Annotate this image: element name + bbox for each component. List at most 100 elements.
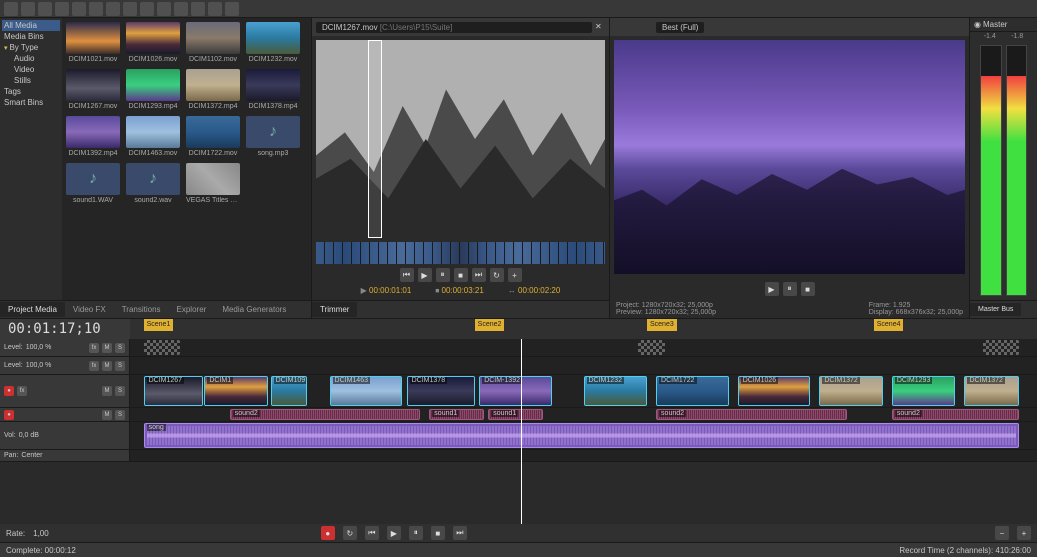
video-clip[interactable]: DCIM1378 <box>407 376 475 406</box>
copy-button[interactable] <box>106 2 120 16</box>
tab-transitions[interactable]: Transitions <box>114 302 169 317</box>
tree-item-smart-bins[interactable]: Smart Bins <box>2 97 60 108</box>
media-item[interactable]: VEGAS Titles & Text abstract <box>186 163 240 204</box>
preview-viewport[interactable] <box>614 40 965 274</box>
loop-button[interactable]: ↻ <box>490 268 504 282</box>
media-item[interactable]: DCIM1232.mov <box>246 22 300 63</box>
meter-left[interactable] <box>980 45 1002 296</box>
tl-play-button[interactable]: ▶ <box>387 526 401 540</box>
tab-trimmer[interactable]: Trimmer <box>312 302 357 317</box>
tree-item-all-media[interactable]: All Media <box>2 20 60 31</box>
undo-button[interactable] <box>140 2 154 16</box>
playback-rate[interactable]: 1,00 <box>33 529 49 538</box>
overlay-clip[interactable] <box>144 340 180 355</box>
render-button[interactable] <box>55 2 69 16</box>
properties-button[interactable] <box>72 2 86 16</box>
track-solo-button[interactable]: S <box>115 386 125 396</box>
media-item[interactable]: DCIM1378.mp4 <box>246 69 300 110</box>
track-solo-button[interactable]: S <box>115 343 125 353</box>
trimmer-filmstrip[interactable] <box>316 242 605 264</box>
media-item[interactable]: DCIM1463.mov <box>126 116 180 157</box>
media-item[interactable]: DCIM1026.mov <box>126 22 180 63</box>
audio-clip[interactable]: sound1 <box>429 409 483 420</box>
media-item[interactable]: DCIM1372.mp4 <box>186 69 240 110</box>
playhead[interactable] <box>521 339 522 524</box>
video-clip[interactable]: DCIM1267 <box>144 376 203 406</box>
video-clip[interactable]: DCIM1372 <box>964 376 1018 406</box>
tl-record-button[interactable]: ● <box>321 526 335 540</box>
redo-button[interactable] <box>157 2 171 16</box>
timeline-marker[interactable]: Scene3 <box>647 319 677 331</box>
tree-item-by-type[interactable]: By Type <box>2 42 60 53</box>
record-arm-button[interactable]: ● <box>4 386 14 396</box>
video-clip[interactable]: DCIM1232 <box>584 376 647 406</box>
pause-button[interactable]: ⏸ <box>436 268 450 282</box>
tree-item-video[interactable]: Video <box>2 64 60 75</box>
tree-item-audio[interactable]: Audio <box>2 53 60 64</box>
trimmer-viewport[interactable] <box>316 40 605 238</box>
video-clip[interactable]: DCIM1293 <box>892 376 955 406</box>
media-item[interactable]: DCIM1102.mov <box>186 22 240 63</box>
timeline-ruler[interactable]: Scene1 Scene2 Scene3 Scene4 <box>130 319 1037 339</box>
help-button[interactable] <box>225 2 239 16</box>
preview-pause-button[interactable]: ⏸ <box>783 282 797 296</box>
track-mute-button[interactable]: M <box>102 361 112 371</box>
tab-media-generators[interactable]: Media Generators <box>214 302 294 317</box>
timeline-marker[interactable]: Scene1 <box>144 319 174 331</box>
audio-clip[interactable]: sound1 <box>488 409 542 420</box>
tl-loop-button[interactable]: ↻ <box>343 526 357 540</box>
tl-pause-button[interactable]: ⏸ <box>409 526 423 540</box>
overlay-clip[interactable] <box>638 340 665 355</box>
audio-clip[interactable]: sound2 <box>230 409 420 420</box>
play-button[interactable]: ▶ <box>418 268 432 282</box>
zoom-in-button[interactable]: + <box>1017 526 1031 540</box>
tab-project-media[interactable]: Project Media <box>0 302 65 317</box>
trimmer-file-name[interactable]: DCIM1267.mov [C:\Users\P15\Suite] <box>316 22 592 33</box>
preview-settings-icon[interactable] <box>614 22 624 32</box>
overlay-clip[interactable] <box>983 340 1019 355</box>
new-project-button[interactable] <box>4 2 18 16</box>
tab-explorer[interactable]: Explorer <box>169 302 215 317</box>
track-fx-button[interactable]: fx <box>89 361 99 371</box>
go-start-button[interactable]: ⏮ <box>400 268 414 282</box>
track-fx-button[interactable]: fx <box>17 386 27 396</box>
preview-fx-icon[interactable] <box>628 22 638 32</box>
tl-play-start-button[interactable]: ⏮ <box>365 526 379 540</box>
video-clip[interactable]: DCIM109 <box>271 376 307 406</box>
audio-clip[interactable]: sound2 <box>656 409 846 420</box>
preview-quality-dropdown[interactable]: Best (Full) <box>656 22 704 33</box>
tree-item-tags[interactable]: Tags <box>2 86 60 97</box>
cut-button[interactable] <box>89 2 103 16</box>
audio-clip[interactable]: sound2 <box>892 409 1019 420</box>
timeline-marker[interactable]: Scene2 <box>475 319 505 331</box>
tree-item-media-bins[interactable]: Media Bins <box>2 31 60 42</box>
preview-stop-button[interactable]: ■ <box>801 282 815 296</box>
track-solo-button[interactable]: S <box>115 361 125 371</box>
media-item[interactable]: DCIM1293.mp4 <box>126 69 180 110</box>
track-solo-button[interactable]: S <box>115 410 125 420</box>
stop-button[interactable]: ■ <box>454 268 468 282</box>
trimmer-selection[interactable] <box>368 40 382 238</box>
tab-master-bus[interactable]: Master Bus <box>970 303 1021 316</box>
snap-button[interactable] <box>174 2 188 16</box>
tree-item-stills[interactable]: Stills <box>2 75 60 86</box>
tab-video-fx[interactable]: Video FX <box>65 302 114 317</box>
video-clip[interactable]: DCIM1372 <box>819 376 882 406</box>
add-media-button[interactable]: + <box>508 268 522 282</box>
timeline-marker[interactable]: Scene4 <box>874 319 904 331</box>
record-arm-button[interactable]: ● <box>4 410 14 420</box>
media-item[interactable]: ♪sound2.wav <box>126 163 180 204</box>
trimmer-close-icon[interactable]: ✕ <box>595 22 605 32</box>
media-item[interactable]: DCIM1392.mp4 <box>66 116 120 157</box>
track-mute-button[interactable]: M <box>102 386 112 396</box>
track-mute-button[interactable]: M <box>102 410 112 420</box>
tl-play-end-button[interactable]: ⏭ <box>453 526 467 540</box>
open-button[interactable] <box>21 2 35 16</box>
video-clip[interactable]: DCIM1026 <box>738 376 811 406</box>
meter-right[interactable] <box>1006 45 1028 296</box>
tl-stop-button[interactable]: ■ <box>431 526 445 540</box>
video-clip[interactable]: DCIM1463 <box>330 376 403 406</box>
track-fx-button[interactable]: fx <box>89 343 99 353</box>
media-item[interactable]: ♪sound1.WAV <box>66 163 120 204</box>
video-clip[interactable]: DCIM-1392 <box>479 376 552 406</box>
